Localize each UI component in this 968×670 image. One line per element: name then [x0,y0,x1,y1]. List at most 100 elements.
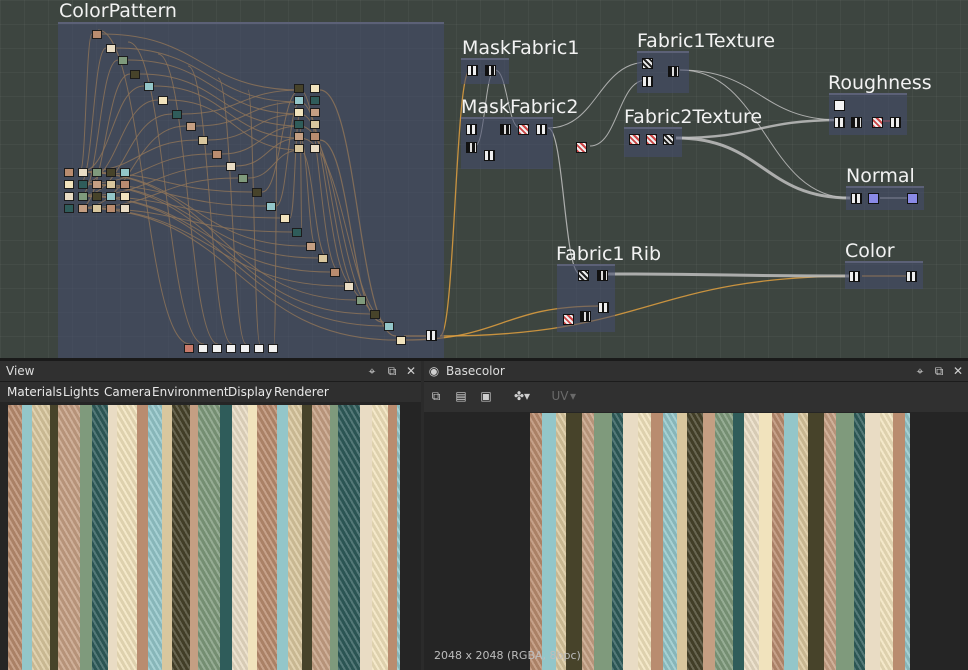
menu-camera[interactable]: Camera [104,385,151,399]
color-swatch[interactable] [310,96,320,105]
menu-renderer[interactable]: Renderer [274,385,329,399]
3d-viewport[interactable] [8,405,400,670]
color-node[interactable] [144,82,154,91]
node-rib-c[interactable] [598,302,609,313]
color-node[interactable] [198,136,208,145]
color-swatch[interactable] [64,192,74,201]
color-swatch[interactable] [92,192,102,201]
color-swatch[interactable] [294,108,304,117]
chevron-down-icon[interactable]: ▾ [568,388,578,404]
node-fabric1-tex-c[interactable] [642,76,653,87]
color-swatch[interactable] [294,132,304,141]
color-node[interactable] [252,188,262,197]
eye-icon[interactable]: ◉ [426,363,442,379]
node-rib-a[interactable] [578,270,589,281]
color-node[interactable] [186,122,196,131]
color-swatch[interactable] [294,84,304,93]
color-swatch[interactable] [120,192,130,201]
color-swatch[interactable] [294,144,304,153]
node-fabric2-tex-c[interactable] [663,134,674,145]
color-swatch[interactable] [120,180,130,189]
color-swatch[interactable] [78,204,88,213]
color-swatch[interactable] [64,168,74,177]
node-roughness-a[interactable] [834,100,845,111]
node-rib-d[interactable] [563,314,574,325]
node-normal-c[interactable] [907,193,918,204]
color-node[interactable] [396,336,406,345]
restore-icon[interactable]: ⧉ [931,363,947,379]
color-swatch[interactable] [294,120,304,129]
color-swatch[interactable] [64,204,74,213]
pin-icon[interactable]: ⌖ [364,363,380,379]
node-fabric2-tex-b[interactable] [646,134,657,145]
color-swatch[interactable] [106,180,116,189]
color-swatch[interactable] [64,180,74,189]
color-node[interactable] [280,214,290,223]
node-roughness-d[interactable] [872,117,883,128]
restore-icon[interactable]: ⧉ [384,363,400,379]
color-node[interactable] [172,110,182,119]
output-node[interactable] [254,344,264,353]
pin-icon[interactable]: ⌖ [912,363,928,379]
color-node[interactable] [344,282,354,291]
color-node[interactable] [158,96,168,105]
color-swatch[interactable] [92,180,102,189]
color-swatch[interactable] [310,144,320,153]
node-mask2-e[interactable] [518,124,529,135]
color-node[interactable] [292,228,302,237]
color-node[interactable] [106,44,116,53]
output-node[interactable] [212,344,222,353]
color-swatch[interactable] [120,168,130,177]
color-swatch[interactable] [310,120,320,129]
color-node[interactable] [384,322,394,331]
texture-preview[interactable] [530,413,910,670]
menu-materials[interactable]: Materials [7,385,62,399]
node-mask2-a[interactable] [466,124,477,135]
output-node[interactable] [240,344,250,353]
node-normal-b[interactable] [868,193,879,204]
frame-color-pattern[interactable] [58,22,444,360]
node-mask1-a[interactable] [467,65,478,76]
color-swatch[interactable] [310,132,320,141]
node-rib-b[interactable] [597,270,608,281]
copy-icon[interactable]: ⧉ [428,388,444,404]
node-mask2-c[interactable] [484,150,495,161]
color-swatch[interactable] [294,96,304,105]
color-node[interactable] [330,268,340,277]
node-roughness-b[interactable] [834,117,845,128]
close-icon[interactable]: ✕ [950,363,966,379]
node-color-a[interactable] [849,271,860,282]
node-mask2-f[interactable] [536,124,547,135]
output-node[interactable] [226,344,236,353]
node-color-b[interactable] [906,271,917,282]
color-node[interactable] [306,242,316,251]
color-swatch[interactable] [106,204,116,213]
close-icon[interactable]: ✕ [403,363,419,379]
color-swatch[interactable] [120,204,130,213]
color-node[interactable] [212,150,222,159]
output-node[interactable] [268,344,278,353]
color-node[interactable] [226,162,236,171]
node-fabric1-tex-a[interactable] [642,58,653,69]
color-swatch[interactable] [310,108,320,117]
color-node[interactable] [266,202,276,211]
node-roughness-c[interactable] [851,117,862,128]
node-mask2-d[interactable] [500,124,511,135]
node-rib-e[interactable] [580,311,591,322]
color-swatch[interactable] [78,168,88,177]
share-icon[interactable]: ✤▾ [510,388,534,404]
color-node[interactable] [356,296,366,305]
menu-environment[interactable]: Environment [152,385,229,399]
color-node[interactable] [238,174,248,183]
node-fabric1-tex-b[interactable] [668,66,679,77]
node-output-link[interactable] [426,330,437,341]
node-normal-a[interactable] [851,193,862,204]
node-roughness-e[interactable] [890,117,901,128]
node-loose-hatch[interactable] [576,142,587,153]
save-icon[interactable]: ▤ [453,388,469,404]
output-node[interactable] [198,344,208,353]
color-node[interactable] [118,56,128,65]
node-mask2-b[interactable] [466,142,477,153]
color-swatch[interactable] [92,204,102,213]
color-node[interactable] [92,30,102,39]
